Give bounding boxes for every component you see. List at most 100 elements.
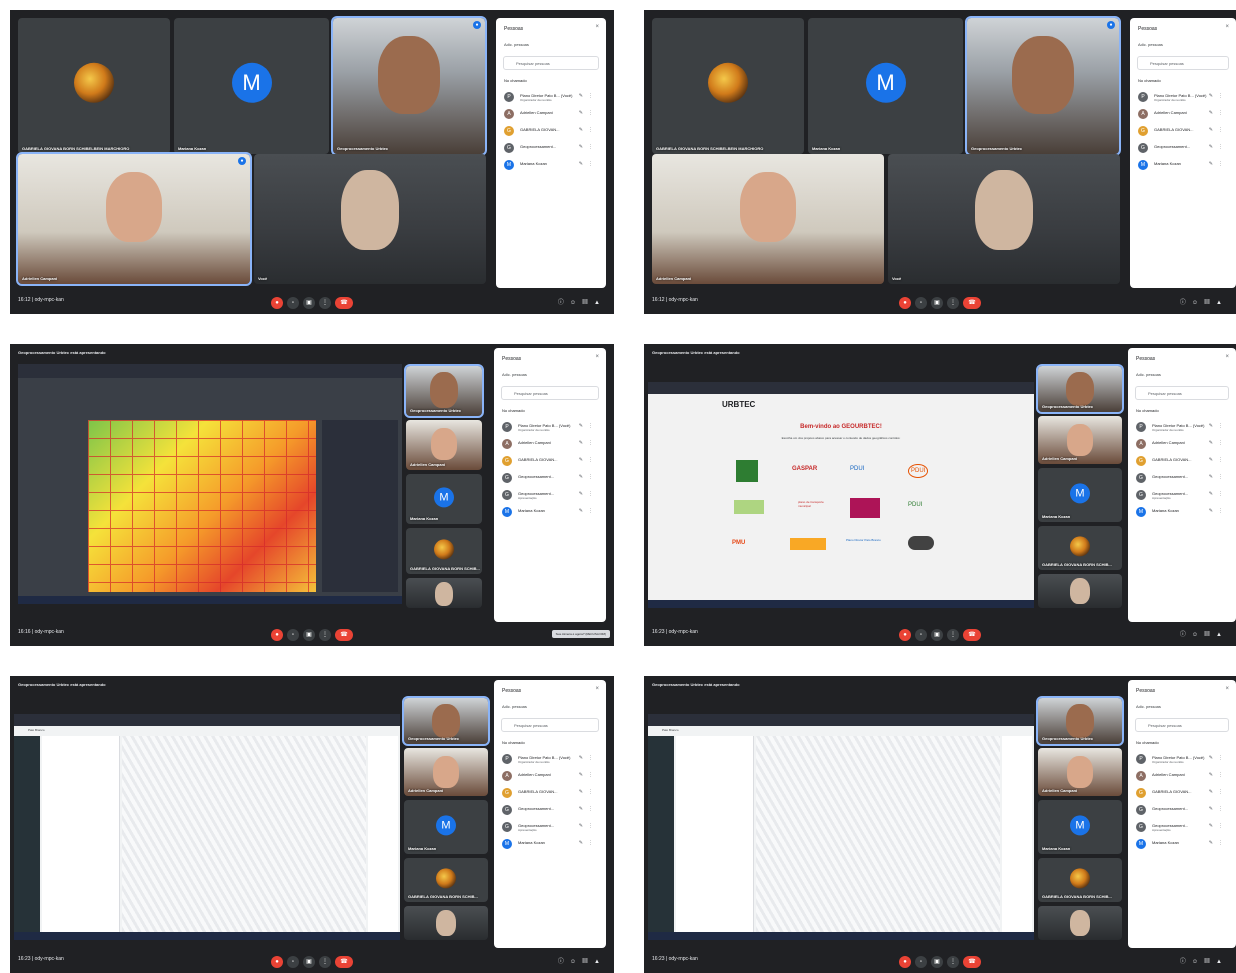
tile-adriellen[interactable]: ● Adriellen Campani [16, 152, 252, 286]
tile-voce[interactable]: Você [254, 154, 486, 284]
present-button[interactable]: ▣ [931, 955, 943, 968]
mic-icon[interactable]: ✎⋮ [1209, 491, 1228, 497]
add-people-button[interactable]: Adic. pessoas [1136, 704, 1161, 709]
mic-button[interactable]: ● [271, 955, 283, 968]
mic-icon[interactable]: ✎⋮ [1209, 110, 1228, 116]
project-logo[interactable]: plano de transporte municipal [798, 500, 828, 508]
participant-row[interactable]: G Geoprocessament... ✎⋮ [1136, 803, 1230, 819]
right-controls[interactable]: ⓘ☺▦▲ [1180, 297, 1228, 306]
participant-row[interactable]: A Adriellen Campani ✎⋮ [1138, 107, 1230, 123]
more-button[interactable]: ⋮ [947, 628, 959, 641]
mic-icon[interactable]: ✎⋮ [579, 110, 598, 116]
mic-icon[interactable]: ✎⋮ [1209, 93, 1228, 99]
project-logo[interactable] [850, 498, 880, 518]
present-button[interactable]: ▣ [303, 296, 315, 309]
map-canvas[interactable] [756, 736, 1000, 932]
mic-icon[interactable]: ✎⋮ [1209, 755, 1228, 761]
camera-button[interactable]: ▫ [915, 628, 927, 641]
participant-row[interactable]: P Plano Diretor Pato B... (Você) Organizad… [504, 90, 600, 106]
close-icon[interactable]: × [595, 24, 599, 30]
tile-geo[interactable]: ● Geoprocessamento Urbtec [331, 16, 487, 156]
mic-icon[interactable]: ✎⋮ [1209, 423, 1228, 429]
mic-icon[interactable]: ✎⋮ [1209, 457, 1228, 463]
tile-mariana[interactable]: M Mariana Kozan [406, 474, 482, 524]
search-input[interactable]: Pesquisar pessoas [1135, 386, 1229, 400]
mic-icon[interactable]: ✎⋮ [579, 457, 598, 463]
tile-gabriela[interactable]: GABRIELA GIOVANA BORN SCHIBELBEIN MARCHI… [652, 18, 804, 154]
search-input[interactable]: Pesquisar pessoas [501, 718, 599, 732]
tile-voce[interactable]: Você [888, 154, 1120, 284]
end-call-button[interactable]: ☎ [335, 955, 353, 968]
tile-mariana[interactable]: M Mariana Kozan [174, 18, 329, 154]
project-logo[interactable] [736, 460, 758, 482]
camera-button[interactable]: ▫ [287, 628, 299, 641]
mic-button[interactable]: ● [899, 955, 911, 968]
more-button[interactable]: ⋮ [947, 296, 959, 309]
project-logo[interactable] [790, 538, 826, 550]
mic-icon[interactable]: ✎⋮ [579, 161, 598, 167]
close-icon[interactable]: × [1225, 354, 1229, 360]
project-logo[interactable] [734, 500, 764, 514]
camera-button[interactable]: ▫ [287, 955, 299, 968]
participant-row[interactable]: G GABRIELA GIOVAN... ✎⋮ [1138, 124, 1230, 140]
end-call-button[interactable]: ☎ [335, 296, 353, 309]
participant-row[interactable]: A Adriellen Campani ✎⋮ [502, 769, 600, 785]
right-controls[interactable]: ⓘ☺▦▲ [1180, 629, 1228, 638]
participant-row[interactable]: M Mariana Kozan ✎⋮ [1138, 158, 1230, 174]
mic-button[interactable]: ● [271, 296, 283, 309]
mic-icon[interactable]: ✎⋮ [579, 789, 598, 795]
participant-row[interactable]: G GABRIELA GIOVAN... ✎⋮ [502, 454, 600, 470]
mic-icon[interactable]: ✎⋮ [1209, 508, 1228, 514]
tile-geo[interactable]: Geoprocessamento Urbtec [404, 364, 484, 418]
mic-icon[interactable]: ✎⋮ [579, 840, 598, 846]
mic-icon[interactable]: ✎⋮ [1209, 474, 1228, 480]
tile-geo[interactable]: ● Geoprocessamento Urbtec [965, 16, 1121, 156]
mic-icon[interactable]: ✎⋮ [579, 806, 598, 812]
project-logo[interactable]: PDUI [908, 502, 922, 508]
search-input[interactable]: Pesquisar pessoas [501, 386, 599, 400]
tile-gabriela[interactable]: GABRIELA GIOVANA BORN SCHIB... [406, 528, 482, 574]
mic-icon[interactable]: ✎⋮ [579, 508, 598, 514]
participant-row[interactable]: G Geoprocessament... ✎⋮ [504, 141, 600, 157]
mic-icon[interactable]: ✎⋮ [579, 491, 598, 497]
participant-row[interactable]: M Mariana Kozan ✎⋮ [502, 505, 600, 521]
tile-voce[interactable] [1038, 574, 1122, 608]
mic-icon[interactable]: ✎⋮ [579, 474, 598, 480]
participant-row[interactable]: G GABRIELA GIOVAN... ✎⋮ [1136, 786, 1230, 802]
participant-row[interactable]: M Mariana Kozan ✎⋮ [1136, 837, 1230, 853]
add-people-button[interactable]: Adic. pessoas [502, 704, 527, 709]
end-call-button[interactable]: ☎ [963, 296, 981, 309]
participant-row[interactable]: A Adriellen Campani ✎⋮ [1136, 437, 1230, 453]
participant-row[interactable]: P Plano Diretor Pato B... (Você) Organizad… [502, 752, 600, 768]
more-button[interactable]: ⋮ [319, 296, 331, 309]
participant-row[interactable]: M Mariana Kozan ✎⋮ [502, 837, 600, 853]
mic-icon[interactable]: ✎⋮ [1209, 127, 1228, 133]
more-button[interactable]: ⋮ [319, 628, 331, 641]
tile-adriellen[interactable]: Adriellen Campani [404, 748, 488, 796]
tile-gabriela[interactable]: GABRIELA GIOVANA BORN SCHIB... [404, 858, 488, 902]
participant-row[interactable]: P Plano Diretor Pato B... (Você) Organizad… [1138, 90, 1230, 106]
mic-icon[interactable]: ✎⋮ [579, 93, 598, 99]
mic-icon[interactable]: ✎⋮ [579, 127, 598, 133]
right-controls[interactable]: ⓘ☺▦▲ [1180, 956, 1228, 965]
tile-mariana[interactable]: M Mariana Kozan [1038, 468, 1122, 522]
mic-icon[interactable]: ✎⋮ [1209, 840, 1228, 846]
search-input[interactable]: Pesquisar pessoas [503, 56, 599, 70]
close-icon[interactable]: × [595, 354, 599, 360]
tile-voce[interactable] [406, 578, 482, 608]
add-people-button[interactable]: Adic. pessoas [1136, 372, 1161, 377]
participant-row[interactable]: G GABRIELA GIOVAN... ✎⋮ [1136, 454, 1230, 470]
participant-row[interactable]: G Geoprocessament... Apresentação ✎⋮ [502, 820, 600, 836]
tile-voce[interactable] [1038, 906, 1122, 940]
map-tab[interactable]: Pato Branco [662, 728, 679, 732]
mic-icon[interactable]: ✎⋮ [1209, 440, 1228, 446]
end-call-button[interactable]: ☎ [963, 628, 981, 641]
participant-row[interactable]: P Plano Diretor Pato B... (Você) Organizad… [1136, 752, 1230, 768]
participant-row[interactable]: M Mariana Kozan ✎⋮ [504, 158, 600, 174]
mic-icon[interactable]: ✎⋮ [579, 823, 598, 829]
participant-row[interactable]: G GABRIELA GIOVAN... ✎⋮ [502, 786, 600, 802]
participant-row[interactable]: A Adriellen Campani ✎⋮ [502, 437, 600, 453]
present-button[interactable]: ▣ [303, 955, 315, 968]
close-icon[interactable]: × [1225, 24, 1229, 30]
close-icon[interactable]: × [595, 686, 599, 692]
